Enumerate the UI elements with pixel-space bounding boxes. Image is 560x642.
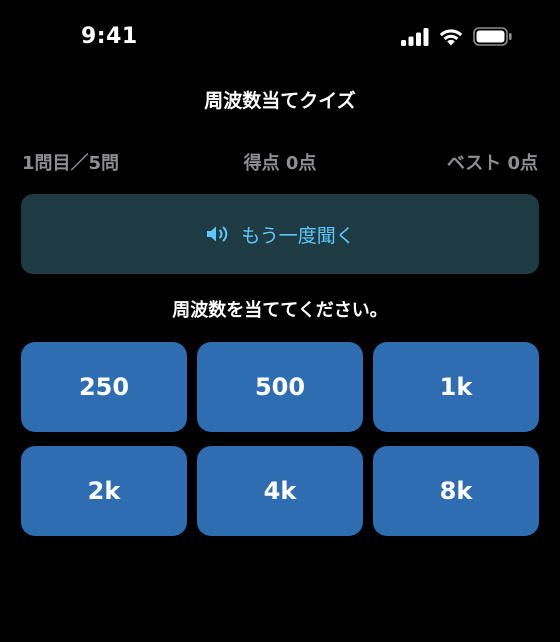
status-time: 9:41 — [81, 24, 138, 49]
answer-button-1k[interactable]: 1k — [373, 342, 539, 432]
cellular-signal-icon — [401, 27, 429, 50]
stats-row: 1問目／5問 得点 0点 ベスト 0点 — [22, 149, 538, 174]
wifi-icon — [438, 27, 464, 50]
best-score-label: ベスト 0点 — [446, 153, 538, 174]
answer-button-2k[interactable]: 2k — [21, 446, 187, 536]
answer-button-500[interactable]: 500 — [197, 342, 363, 432]
status-icons — [401, 27, 513, 50]
answer-button-4k[interactable]: 4k — [197, 446, 363, 536]
question-prompt: 周波数を当ててください。 — [172, 300, 388, 321]
answer-button-250[interactable]: 250 — [21, 342, 187, 432]
answer-button-8k[interactable]: 8k — [373, 446, 539, 536]
page-title: 周波数当てクイズ — [204, 90, 356, 112]
speaker-icon — [205, 224, 231, 244]
status-bar: 9:41 — [0, 0, 560, 78]
replay-button[interactable]: もう一度聞く — [21, 194, 539, 274]
replay-label: もう一度聞く — [241, 224, 355, 247]
battery-icon — [473, 27, 513, 50]
